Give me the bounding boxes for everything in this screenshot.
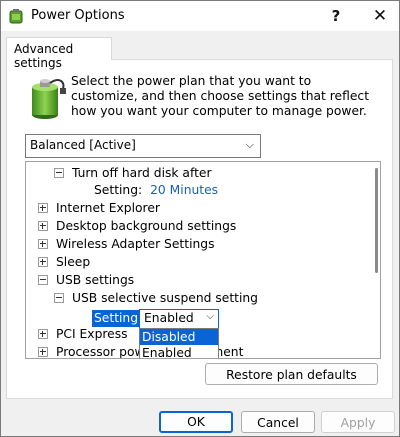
expand-icon[interactable] — [38, 329, 48, 339]
settings-tree[interactable]: Turn off hard disk after Setting: 20 Min… — [25, 161, 381, 359]
chevron-down-icon: ⌵ — [206, 311, 214, 322]
window-title: Power Options — [31, 8, 125, 23]
setting-value[interactable]: 20 Minutes — [150, 183, 218, 197]
tree-item-label: Turn off hard disk after — [72, 166, 212, 180]
tree-item-label: Sleep — [56, 255, 91, 269]
collapse-icon[interactable] — [54, 168, 64, 178]
tree-item-label: USB settings — [56, 273, 135, 287]
tree-item-label: USB selective suspend setting — [72, 291, 258, 305]
plan-description: Select the power plan that you want to c… — [71, 74, 370, 118]
plan-select-value: Balanced [Active] — [30, 138, 136, 152]
expand-icon[interactable] — [38, 221, 48, 231]
tree-item-label: Desktop background settings — [56, 219, 237, 233]
usb-suspend-dropdown: Disabled Enabled — [139, 328, 219, 358]
tree-item-label: Internet Explorer — [56, 201, 160, 215]
power-options-icon — [9, 9, 23, 24]
tab-label: Advanced settings — [14, 42, 74, 70]
title-bar[interactable]: Power Options ? ✕ — [1, 1, 399, 31]
expand-icon[interactable] — [38, 203, 48, 213]
close-button[interactable]: ✕ — [357, 1, 399, 31]
tab-advanced-settings[interactable]: Advanced settings — [6, 37, 112, 70]
expand-icon[interactable] — [38, 347, 48, 357]
usb-suspend-combobox[interactable]: Enabled ⌵ — [139, 309, 219, 329]
tree-item-label: Wireless Adapter Settings — [56, 237, 215, 251]
advanced-settings-panel: Select the power plan that you want to c… — [6, 59, 393, 399]
expand-icon[interactable] — [38, 257, 48, 267]
power-options-window: Power Options ? ✕ Advanced settings Sele… — [0, 0, 400, 437]
dropdown-option-enabled[interactable]: Enabled — [140, 345, 218, 358]
collapse-icon[interactable] — [54, 293, 64, 303]
ok-button[interactable]: OK — [159, 411, 233, 433]
hard-disk-setting-row[interactable]: Setting: 20 Minutes — [94, 181, 218, 199]
setting-label: Setting: — [94, 183, 143, 197]
dropdown-option-disabled[interactable]: Disabled — [140, 329, 218, 345]
expand-icon[interactable] — [38, 239, 48, 249]
collapse-icon[interactable] — [38, 275, 48, 285]
cancel-button[interactable]: Cancel — [241, 411, 315, 433]
tree-item-label: PCI Express — [56, 327, 128, 341]
restore-plan-defaults-button[interactable]: Restore plan defaults — [205, 363, 378, 385]
power-plan-select[interactable]: Balanced [Active] ⌵ — [25, 134, 261, 158]
apply-button[interactable]: Apply — [321, 411, 395, 433]
combobox-value: Enabled — [144, 311, 194, 325]
battery-plan-icon — [32, 79, 66, 119]
tree-scrollbar[interactable] — [375, 168, 378, 273]
help-button[interactable]: ? — [313, 1, 359, 31]
chevron-down-icon: ⌵ — [245, 138, 254, 151]
